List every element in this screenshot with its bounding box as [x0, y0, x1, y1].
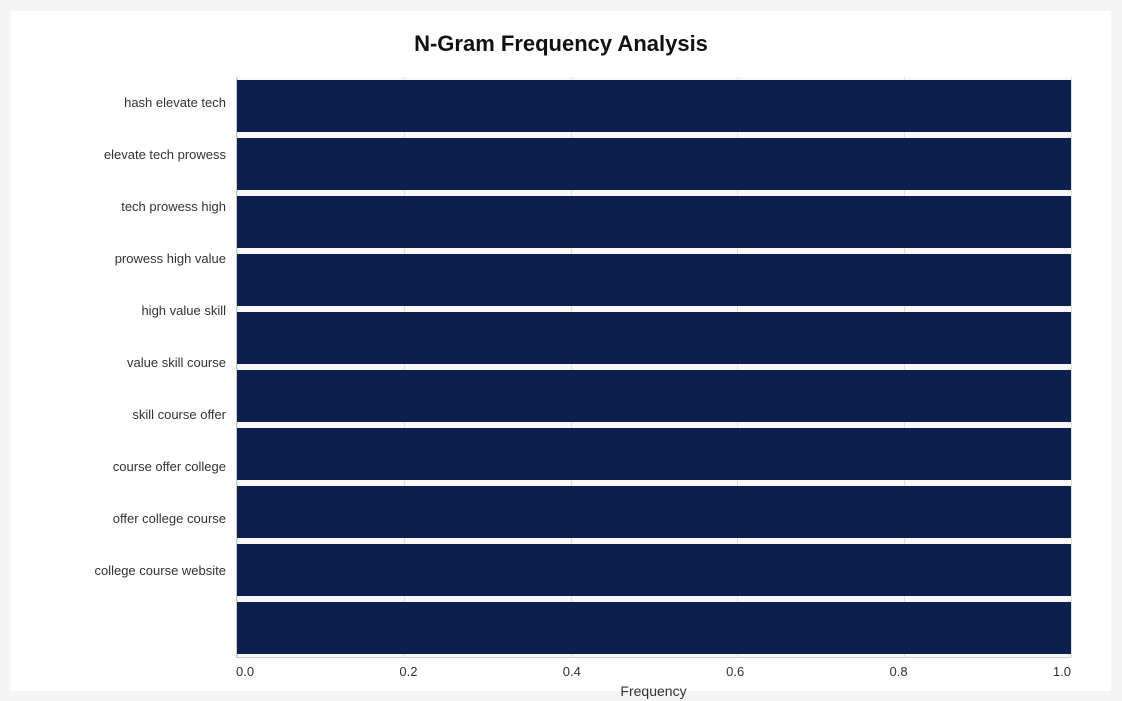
bar [237, 196, 1071, 248]
y-axis-label: value skill course [127, 356, 226, 369]
x-axis-label: Frequency [236, 683, 1071, 699]
bar [237, 370, 1071, 422]
x-tick: 0.6 [726, 664, 744, 679]
chart-title: N-Gram Frequency Analysis [51, 31, 1071, 57]
bar [237, 486, 1071, 538]
bar-row [237, 541, 1071, 599]
x-axis: 0.0 0.2 0.4 0.6 0.8 1.0 [236, 658, 1071, 679]
bar-row [237, 135, 1071, 193]
bar [237, 602, 1071, 654]
y-axis-label: elevate tech prowess [104, 148, 226, 161]
y-axis-label: course offer college [113, 460, 226, 473]
bar-row [237, 367, 1071, 425]
x-tick: 0.2 [399, 664, 417, 679]
bar [237, 254, 1071, 306]
bar [237, 428, 1071, 480]
y-axis-label: hash elevate tech [124, 96, 226, 109]
bar-row [237, 193, 1071, 251]
chart-container: N-Gram Frequency Analysis hash elevate t… [11, 11, 1111, 691]
x-tick: 0.0 [236, 664, 254, 679]
x-tick: 0.4 [563, 664, 581, 679]
y-axis-label: skill course offer [132, 408, 226, 421]
y-axis-label: tech prowess high [121, 200, 226, 213]
y-axis-label: college course website [94, 564, 226, 577]
bar-row [237, 599, 1071, 657]
y-axis-label: high value skill [141, 304, 226, 317]
bar [237, 80, 1071, 132]
x-tick: 0.8 [890, 664, 908, 679]
bar-row [237, 309, 1071, 367]
grid-line [1071, 77, 1072, 657]
y-axis-label: offer college course [113, 512, 226, 525]
bar [237, 138, 1071, 190]
y-axis-labels: hash elevate tech elevate tech prowess tec… [51, 77, 236, 597]
bar-row [237, 251, 1071, 309]
bars-area [236, 77, 1071, 658]
bars-and-x: 0.00.20.40.60.81.0 Frequency [236, 77, 1071, 597]
chart-area: hash elevate tech elevate tech prowess tec… [51, 77, 1071, 597]
bar-row [237, 483, 1071, 541]
bar [237, 312, 1071, 364]
bar-row [237, 77, 1071, 135]
x-tick: 1.0 [1053, 664, 1071, 679]
bar [237, 544, 1071, 596]
y-axis-label: prowess high value [115, 252, 226, 265]
bar-row [237, 425, 1071, 483]
